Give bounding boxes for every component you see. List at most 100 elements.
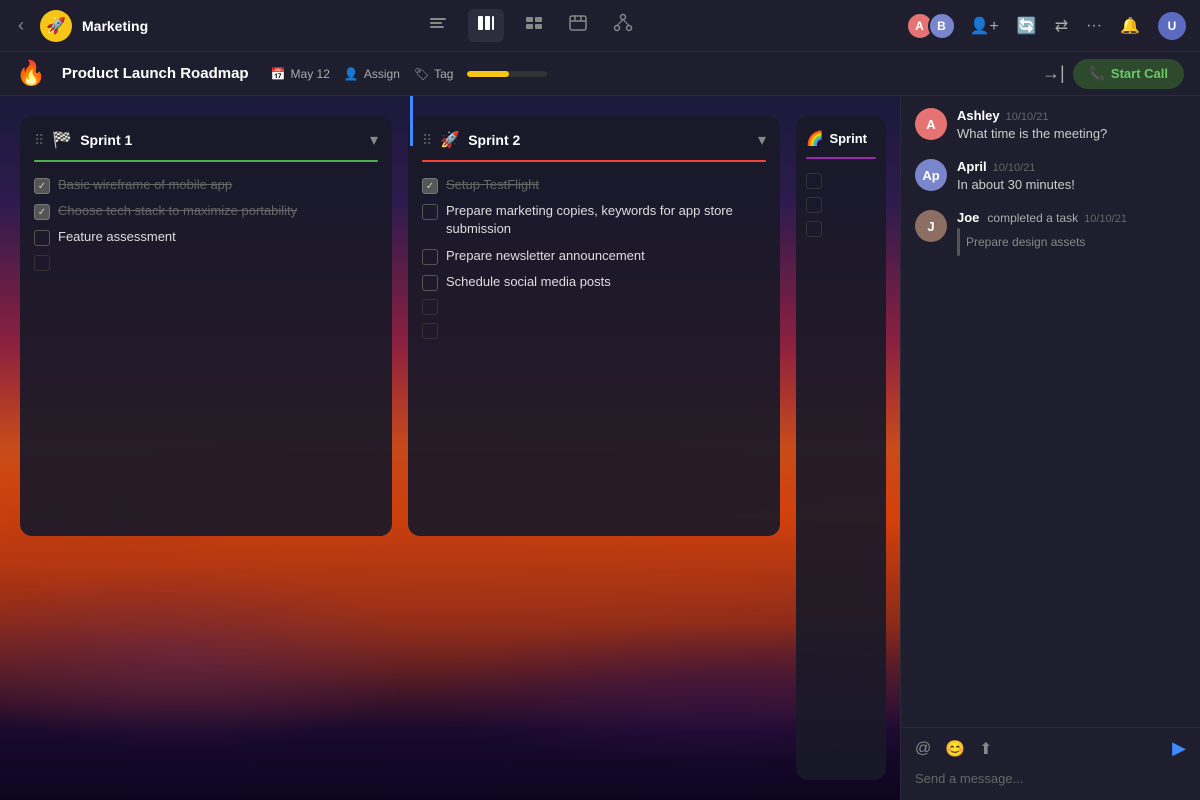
msg-text: In about 30 minutes! [957,176,1075,194]
project-toolbar: 🔥 Product Launch Roadmap 📅 May 12 👤 Assi… [0,52,1200,96]
msg-avatar-ashley: A [915,108,947,140]
panel-input-area: @ 😊 ⬆ ▶ Send a message... [901,727,1200,800]
sprint-3-header: 🌈 Sprint [796,116,886,157]
notification-icon[interactable]: 🔔 [1116,12,1144,40]
task-empty [422,299,438,315]
toolbar-right: →| 📞 Start Call [1042,59,1184,89]
date-meta[interactable]: 📅 May 12 [271,67,330,81]
message-item: Ap April 10/10/21 In about 30 minutes! [915,159,1186,194]
msg-name: Joe [957,210,979,225]
timeline-view-icon[interactable] [520,9,548,42]
sync-icon[interactable]: 🔄 [1013,12,1041,40]
task-label: Basic wireframe of mobile app [58,176,232,194]
sprint-1-emoji: 🏁 [52,130,72,150]
sprint-2-underline [422,160,766,162]
progress-fill [467,71,509,77]
msg-task-ref: Prepare design assets [957,228,1127,256]
sprint-3-emoji: 🌈 [806,130,823,147]
right-panel: A Ashley 10/10/21 What time is the meeti… [900,96,1200,800]
project-title: Product Launch Roadmap [62,65,249,82]
sprint-1-tasks: Basic wireframe of mobile app Choose tec… [20,172,392,285]
msg-content-april: April 10/10/21 In about 30 minutes! [957,159,1075,194]
panel-input-actions: @ 😊 ⬆ ▶ [915,738,1186,759]
user-avatar[interactable]: U [1156,10,1188,42]
message-input-placeholder[interactable]: Send a message... [915,767,1186,790]
task-label: Prepare newsletter announcement [446,247,645,265]
task-checkbox[interactable] [422,204,438,220]
task-row: Feature assessment [34,228,378,246]
sprint-1-card: ⠿ 🏁 Sprint 1 ▾ Basic wireframe of mobile… [20,116,392,536]
top-nav: ‹ 🚀 Marketing [0,0,1200,52]
sprint-1-menu[interactable]: ▾ [370,130,378,150]
task-empty [806,173,822,189]
avatar-group: A B [906,12,956,40]
task-checkbox[interactable] [422,178,438,194]
progress-bar [467,71,547,77]
drag-handle-2[interactable]: ⠿ [422,132,432,149]
start-call-label: Start Call [1111,66,1168,81]
task-row [806,197,876,213]
task-row: Setup TestFlight [422,176,766,194]
attach-icon[interactable]: ⬆ [979,739,992,759]
tag-icon: 🏷 [414,67,429,81]
task-row: Prepare marketing copies, keywords for a… [422,202,766,238]
avatar-april: B [928,12,956,40]
msg-name: Ashley [957,108,1000,123]
project-icon: 🔥 [16,59,46,88]
mention-icon[interactable]: @ [915,740,931,758]
board-divider [410,96,413,146]
task-checkbox[interactable] [422,275,438,291]
msg-time-joe: 10/10/21 [1084,213,1127,225]
more-options-icon[interactable]: ··· [1082,13,1106,39]
task-label: Feature assessment [58,228,176,246]
assign-meta[interactable]: 👤 Assign [344,67,400,81]
add-member-icon[interactable]: 👤+ [966,12,1003,40]
sprint-2-menu[interactable]: ▾ [758,130,766,150]
msg-header: Joe completed a task 10/10/21 [957,210,1127,225]
start-call-button[interactable]: 📞 Start Call [1073,59,1184,89]
collapse-arrow[interactable]: →| [1042,63,1065,84]
tag-meta[interactable]: 🏷 Tag [414,67,454,81]
settings-icon[interactable]: ⇄ [1051,12,1072,40]
task-empty [806,197,822,213]
task-row: Choose tech stack to maximize portabilit… [34,202,378,220]
sprint-3-title: Sprint [829,131,867,146]
sprint-2-title: Sprint 2 [468,132,750,148]
task-checkbox[interactable] [34,204,50,220]
sprint-3-card: 🌈 Sprint [796,116,886,780]
msg-time: completed a task [987,211,1078,225]
msg-avatar-joe: J [915,210,947,242]
task-empty [806,221,822,237]
task-label: Choose tech stack to maximize portabilit… [58,202,297,220]
sprint-2-tasks: Setup TestFlight Prepare marketing copie… [408,172,780,353]
task-row [422,323,766,339]
send-button[interactable]: ▶ [1172,738,1186,759]
board-scroll[interactable]: ⠿ 🏁 Sprint 1 ▾ Basic wireframe of mobile… [0,96,900,800]
sprint-3-underline [806,157,876,159]
sprint-1-header: ⠿ 🏁 Sprint 1 ▾ [20,116,392,160]
task-label: Prepare marketing copies, keywords for a… [446,202,766,238]
list-view-icon[interactable] [424,9,452,42]
drag-handle-1[interactable]: ⠿ [34,132,44,149]
date-label: May 12 [291,67,330,81]
task-checkbox[interactable] [34,230,50,246]
back-button[interactable]: ‹ [12,11,30,40]
task-empty [422,323,438,339]
hierarchy-view-icon[interactable] [608,9,638,42]
task-checkbox[interactable] [422,249,438,265]
emoji-icon[interactable]: 😊 [945,739,965,759]
tag-label: Tag [434,67,453,81]
task-row: Schedule social media posts [422,273,766,291]
schedule-social-label: Schedule social media posts [446,273,611,291]
task-row [806,173,876,189]
task-checkbox[interactable] [34,178,50,194]
workspace-title: Marketing [82,18,148,34]
task-label: Setup TestFlight [446,176,539,194]
task-row [34,255,378,271]
nav-view-icons [166,9,895,42]
calendar-view-icon[interactable] [564,9,592,42]
sprint-2-emoji: 🚀 [440,130,460,150]
message-item: J Joe completed a task 10/10/21 Prepare … [915,210,1186,256]
kanban-view-icon[interactable] [468,9,504,42]
task-empty [34,255,50,271]
